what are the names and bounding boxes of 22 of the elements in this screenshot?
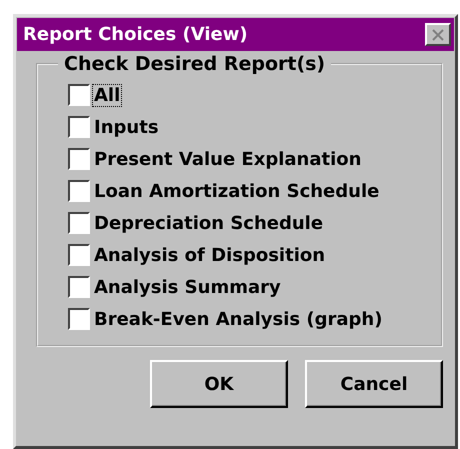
close-icon	[431, 28, 445, 40]
dialog-button[interactable]: Cancel	[305, 360, 443, 408]
checkbox[interactable]	[68, 212, 90, 234]
checkbox-label[interactable]: All	[92, 84, 122, 106]
checkbox-label[interactable]: Analysis of Disposition	[92, 244, 328, 266]
checkbox-label[interactable]: Loan Amortization Schedule	[92, 180, 382, 202]
checkbox-label[interactable]: Break-Even Analysis (graph)	[92, 308, 384, 330]
checkbox-label[interactable]: Depreciation Schedule	[92, 212, 326, 234]
group-legend: Check Desired Report(s)	[58, 53, 332, 75]
window-title: Report Choices (View)	[23, 24, 248, 45]
checkbox[interactable]	[68, 244, 90, 266]
checkbox[interactable]	[68, 84, 90, 106]
checkbox[interactable]	[68, 148, 90, 170]
checkbox[interactable]	[68, 180, 90, 202]
close-button[interactable]	[425, 23, 451, 46]
checkbox-label[interactable]: Analysis Summary	[92, 276, 283, 298]
checkbox-label[interactable]: Present Value Explanation	[92, 148, 364, 170]
checkbox-label[interactable]: Inputs	[92, 116, 161, 138]
dialog-button[interactable]: OK	[150, 360, 288, 408]
checkbox[interactable]	[68, 276, 90, 298]
checkbox[interactable]	[68, 116, 90, 138]
checkbox[interactable]	[68, 308, 90, 330]
